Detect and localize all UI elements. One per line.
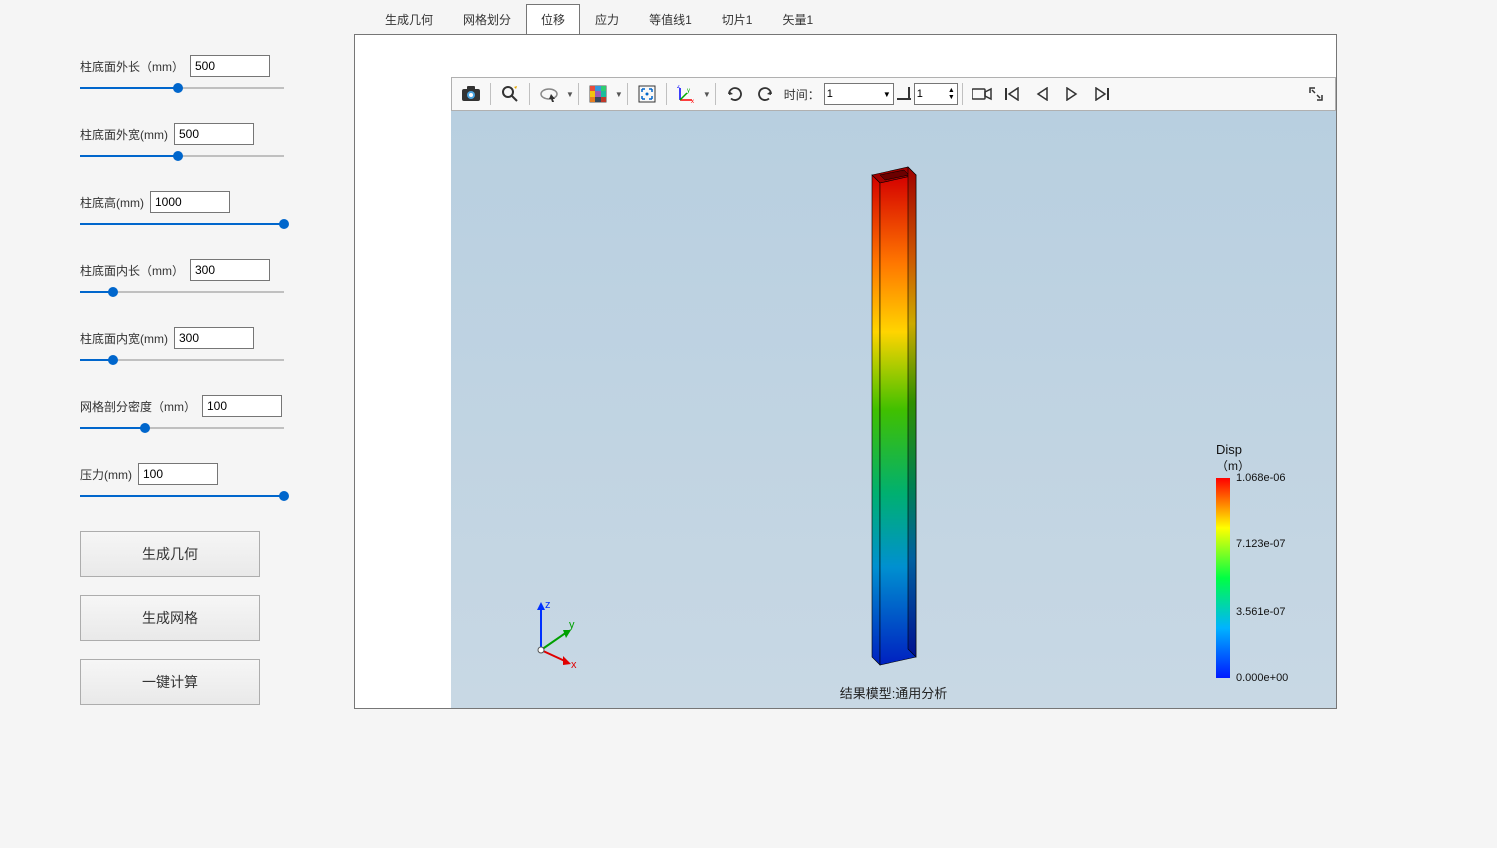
param-label: 柱底面外长（mm） bbox=[80, 58, 184, 75]
param-label: 柱底面外宽(mm) bbox=[80, 126, 168, 143]
legend-tick: 7.123e-07 bbox=[1236, 538, 1286, 550]
param-input[interactable] bbox=[190, 259, 270, 281]
param-input[interactable] bbox=[190, 55, 270, 77]
generate-mesh-button[interactable]: 生成网格 bbox=[80, 595, 260, 641]
param-label: 网格剖分密度（mm） bbox=[80, 398, 196, 415]
rotate-ccw-icon[interactable] bbox=[720, 80, 750, 108]
param-slider[interactable] bbox=[80, 217, 284, 231]
first-frame-icon[interactable] bbox=[997, 80, 1027, 108]
last-frame-icon[interactable] bbox=[1087, 80, 1117, 108]
select-mode-icon[interactable] bbox=[534, 80, 564, 108]
param-input[interactable] bbox=[174, 327, 254, 349]
tab[interactable]: 应力 bbox=[580, 4, 634, 34]
viewer-frame: ▼ ▼ z x y ▼ bbox=[354, 34, 1337, 709]
chevron-down-icon[interactable]: ▼ bbox=[615, 90, 623, 99]
param-label: 柱底面内宽(mm) bbox=[80, 330, 168, 347]
svg-text:y: y bbox=[687, 88, 690, 94]
record-icon[interactable] bbox=[967, 80, 997, 108]
tab[interactable]: 等值线1 bbox=[634, 4, 707, 34]
param-group: 压力(mm) bbox=[80, 463, 284, 503]
param-group: 柱底面外宽(mm) bbox=[80, 123, 284, 163]
tab[interactable]: 矢量1 bbox=[767, 4, 828, 34]
svg-text:z: z bbox=[545, 599, 551, 611]
svg-text:y: y bbox=[569, 619, 575, 631]
color-legend: Disp （m） 1.068e-067.123e-073.561e-070.00… bbox=[1216, 442, 1306, 678]
tab[interactable]: 生成几何 bbox=[370, 4, 448, 34]
time-label: 时间： bbox=[784, 86, 820, 103]
param-slider[interactable] bbox=[80, 149, 284, 163]
param-group: 网格剖分密度（mm） bbox=[80, 395, 284, 435]
fit-view-icon[interactable] bbox=[632, 80, 662, 108]
param-slider[interactable] bbox=[80, 285, 284, 299]
compute-button[interactable]: 一键计算 bbox=[80, 659, 260, 705]
tab-bar: 生成几何网格划分位移应力等值线1切片1矢量1 bbox=[354, 0, 1337, 34]
tab[interactable]: 切片1 bbox=[707, 4, 768, 34]
render-canvas[interactable]: z y x 结果模型:通用分析 Disp （m） bbox=[451, 111, 1336, 708]
axis-gizmo: z y x bbox=[523, 598, 583, 668]
tab[interactable]: 网格划分 bbox=[448, 4, 526, 34]
tab[interactable]: 位移 bbox=[526, 4, 580, 34]
param-slider[interactable] bbox=[80, 489, 284, 503]
colormap-icon[interactable] bbox=[583, 80, 613, 108]
snapshot-icon[interactable] bbox=[456, 80, 486, 108]
param-label: 柱底高(mm) bbox=[80, 194, 144, 211]
param-label: 压力(mm) bbox=[80, 466, 132, 483]
param-group: 柱底面内宽(mm) bbox=[80, 327, 284, 367]
param-input[interactable] bbox=[138, 463, 218, 485]
param-slider[interactable] bbox=[80, 353, 284, 367]
legend-tick: 1.068e-06 bbox=[1236, 472, 1286, 484]
rotate-cw-icon[interactable] bbox=[750, 80, 780, 108]
param-group: 柱底面外长（mm） bbox=[80, 55, 284, 95]
param-label: 柱底面内长（mm） bbox=[80, 262, 184, 279]
param-slider[interactable] bbox=[80, 81, 284, 95]
param-input[interactable] bbox=[202, 395, 282, 417]
param-group: 柱底高(mm) bbox=[80, 191, 284, 231]
zoom-icon[interactable] bbox=[495, 80, 525, 108]
legend-tick: 3.561e-07 bbox=[1236, 606, 1286, 618]
svg-text:x: x bbox=[571, 659, 577, 668]
legend-bar bbox=[1216, 478, 1230, 678]
svg-text:z: z bbox=[677, 85, 680, 90]
play-icon[interactable] bbox=[1057, 80, 1087, 108]
param-input[interactable] bbox=[174, 123, 254, 145]
generate-geometry-button[interactable]: 生成几何 bbox=[80, 531, 260, 577]
axis-view-icon[interactable]: z x y bbox=[671, 80, 701, 108]
prev-frame-icon[interactable] bbox=[1027, 80, 1057, 108]
step-spinner[interactable]: 1▲▼ bbox=[914, 83, 958, 105]
chevron-down-icon[interactable]: ▼ bbox=[703, 90, 711, 99]
legend-title: Disp bbox=[1216, 442, 1306, 457]
param-input[interactable] bbox=[150, 191, 230, 213]
time-combo[interactable]: 1▼ bbox=[824, 83, 894, 105]
legend-tick: 0.000e+00 bbox=[1236, 672, 1288, 684]
chevron-down-icon[interactable]: ▼ bbox=[566, 90, 574, 99]
viewer-caption: 结果模型:通用分析 bbox=[840, 683, 948, 702]
column-model bbox=[858, 161, 930, 671]
expand-icon[interactable] bbox=[1301, 80, 1331, 108]
viewer-toolbar: ▼ ▼ z x y ▼ bbox=[451, 77, 1336, 111]
last-step-icon[interactable] bbox=[894, 80, 914, 108]
sidebar: 柱底面外长（mm） 柱底面外宽(mm) 柱底高(mm) 柱底面内长（mm） bbox=[0, 0, 354, 848]
param-slider[interactable] bbox=[80, 421, 284, 435]
svg-text:x: x bbox=[691, 99, 694, 103]
param-group: 柱底面内长（mm） bbox=[80, 259, 284, 299]
